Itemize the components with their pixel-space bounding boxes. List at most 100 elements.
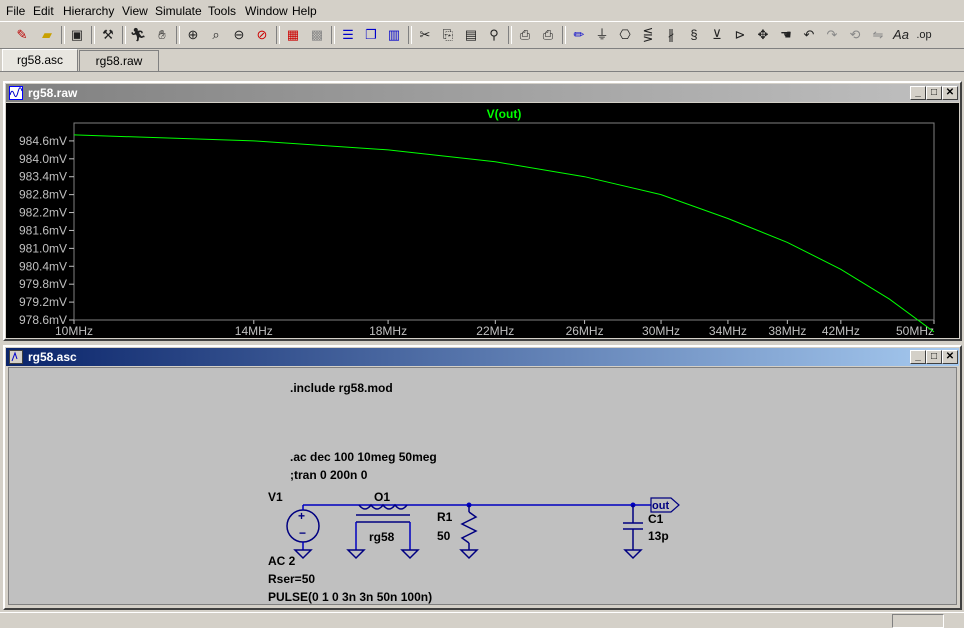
r1-name[interactable]: R1 — [437, 510, 453, 524]
tab-rg58-asc[interactable]: rg58.asc — [2, 49, 78, 71]
find-icon[interactable]: ⚲ — [484, 25, 504, 45]
capacitor-c1[interactable] — [623, 505, 643, 560]
zoom-in-icon[interactable]: ⊕ — [183, 25, 203, 45]
tile-vertical-icon[interactable]: ▥ — [384, 25, 404, 45]
y-tick-label: 980.4mV — [19, 259, 67, 273]
minimize-button[interactable]: _ — [910, 350, 926, 364]
y-tick-label: 979.2mV — [19, 295, 67, 309]
drag-icon[interactable]: ☚ — [776, 25, 796, 45]
x-tick-label: 30MHz — [642, 324, 680, 336]
component-icon[interactable]: ⊳ — [730, 25, 750, 45]
r1-value[interactable]: 50 — [437, 529, 451, 543]
save-icon[interactable]: ▣ — [67, 25, 87, 45]
paste-icon[interactable]: ▤ — [461, 25, 481, 45]
svg-text:−: − — [299, 526, 306, 540]
undo-icon[interactable]: ↶ — [799, 25, 819, 45]
v1-pulse-value[interactable]: PULSE(0 1 0 3n 3n 50n 100n) — [268, 590, 432, 604]
menu-hierarchy[interactable]: Hierarchy — [63, 4, 114, 18]
resistor-icon[interactable]: ⋚ — [638, 25, 658, 45]
zoom-cancel-icon[interactable]: ⊘ — [252, 25, 272, 45]
cascade-icon[interactable]: ❐ — [361, 25, 381, 45]
waveform-titlebar[interactable]: rg58.raw _ □ ✕ — [6, 84, 959, 102]
rotate-icon[interactable]: ⟲ — [845, 25, 865, 45]
mirror-icon[interactable]: ⇋ — [868, 25, 888, 45]
zoom-out-icon[interactable]: ⊖ — [229, 25, 249, 45]
close-button[interactable]: ✕ — [942, 86, 958, 100]
tile-horizontal-icon[interactable]: ☰ — [338, 25, 358, 45]
open-folder-icon[interactable]: ▰ — [37, 25, 57, 45]
tran-directive[interactable]: ;tran 0 200n 0 — [290, 468, 368, 482]
menu-help[interactable]: Help — [292, 4, 317, 18]
inductor-icon[interactable]: § — [684, 25, 704, 45]
x-tick-label: 18MHz — [369, 324, 407, 336]
document-tabs: rg58.asc rg58.raw — [0, 49, 964, 71]
grid-icon[interactable]: ▩ — [307, 25, 327, 45]
net-label-text: out — [652, 500, 669, 512]
y-tick-label: 981.6mV — [19, 223, 67, 237]
ground-icon[interactable]: ⏚ — [592, 25, 612, 45]
x-tick-label: 22MHz — [476, 324, 514, 336]
menu-window[interactable]: Window — [245, 4, 288, 18]
diode-icon[interactable]: ⊻ — [707, 25, 727, 45]
halt-icon[interactable]: ✋︎ — [152, 25, 172, 45]
print-setup-icon[interactable]: ⎙ — [515, 25, 535, 45]
menu-bar: File Edit Hierarchy View Simulate Tools … — [0, 0, 964, 20]
draw-wire-icon[interactable]: ✏ — [569, 25, 589, 45]
x-tick-label: 26MHz — [566, 324, 604, 336]
y-tick-label: 984.6mV — [19, 134, 67, 148]
x-tick-label: 14MHz — [235, 324, 273, 336]
y-tick-label: 982.8mV — [19, 188, 67, 202]
autorange-icon[interactable]: ▦ — [283, 25, 303, 45]
schematic-canvas[interactable]: .include rg58.mod .ac dec 100 10meg 50me… — [8, 367, 957, 605]
maximize-button[interactable]: □ — [926, 350, 942, 364]
control-panel-icon[interactable]: ⚒ — [98, 25, 118, 45]
net-label-out[interactable]: out — [650, 497, 680, 513]
copy-icon[interactable]: ⎘ — [438, 25, 458, 45]
svg-text:+: + — [298, 509, 305, 523]
v1-name[interactable]: V1 — [268, 490, 283, 504]
waveform-title: rg58.raw — [28, 86, 78, 100]
menu-edit[interactable]: Edit — [33, 4, 54, 18]
run-icon[interactable]: 🏃︎ — [128, 25, 148, 45]
menu-simulate[interactable]: Simulate — [155, 4, 202, 18]
y-tick-label: 981.0mV — [19, 241, 67, 255]
mdi-workspace: rg58.raw _ □ ✕ V(out) 984.6mV 984.0mV 983.… — [0, 71, 964, 613]
o1-model[interactable]: rg58 — [369, 530, 395, 544]
new-schematic-icon[interactable]: ✎ — [12, 25, 32, 45]
ground-symbol[interactable] — [293, 549, 313, 560]
status-pane — [892, 614, 944, 628]
text-icon[interactable]: Aa — [891, 25, 911, 45]
voltage-source-v1[interactable]: + − — [286, 505, 320, 550]
schematic-window: rg58.asc _ □ ✕ .include rg58.mod .ac dec… — [3, 345, 962, 610]
schematic-titlebar[interactable]: rg58.asc _ □ ✕ — [6, 348, 959, 366]
redo-icon[interactable]: ↷ — [822, 25, 842, 45]
menu-view[interactable]: View — [122, 4, 148, 18]
c1-name[interactable]: C1 — [648, 512, 664, 526]
ac-directive[interactable]: .ac dec 100 10meg 50meg — [290, 450, 437, 464]
close-button[interactable]: ✕ — [942, 350, 958, 364]
v1-ac-value[interactable]: AC 2 — [268, 554, 296, 568]
menu-file[interactable]: File — [6, 4, 25, 18]
v1-rser-value[interactable]: Rser=50 — [268, 572, 315, 586]
tab-rg58-raw[interactable]: rg58.raw — [79, 50, 159, 71]
pan-icon[interactable]: ⌕ — [206, 25, 226, 45]
capacitor-icon[interactable]: ∦ — [661, 25, 681, 45]
move-icon[interactable]: ✥ — [753, 25, 773, 45]
y-axis: 984.6mV 984.0mV 983.4mV 982.8mV 982.2mV 981.6… — [19, 134, 74, 327]
menu-tools[interactable]: Tools — [208, 4, 236, 18]
cut-icon[interactable]: ✂ — [415, 25, 435, 45]
print-icon[interactable]: ⎙ — [538, 25, 558, 45]
trace-label-v-out[interactable]: V(out) — [487, 107, 522, 121]
waveform-icon — [9, 86, 23, 100]
maximize-button[interactable]: □ — [926, 86, 942, 100]
include-directive[interactable]: .include rg58.mod — [290, 381, 393, 395]
plot-pane[interactable]: V(out) 984.6mV 984.0mV 983.4mV 982.8mV 982.2… — [6, 103, 959, 338]
label-net-icon[interactable]: ⎔ — [615, 25, 635, 45]
c1-value[interactable]: 13p — [648, 529, 669, 543]
spice-directive-icon[interactable]: .op — [914, 25, 934, 45]
o1-name[interactable]: O1 — [374, 490, 390, 504]
toolbar: ✎ ▰ ▣ ⚒ 🏃︎ ✋︎ ⊕ ⌕ ⊖ ⊘ ▦ ▩ ☰ ❐ ▥ ✂ ⎘ ▤ ⚲ … — [0, 21, 964, 49]
resistor-r1[interactable] — [459, 505, 479, 560]
trace-v-out[interactable] — [73, 134, 935, 333]
minimize-button[interactable]: _ — [910, 86, 926, 100]
